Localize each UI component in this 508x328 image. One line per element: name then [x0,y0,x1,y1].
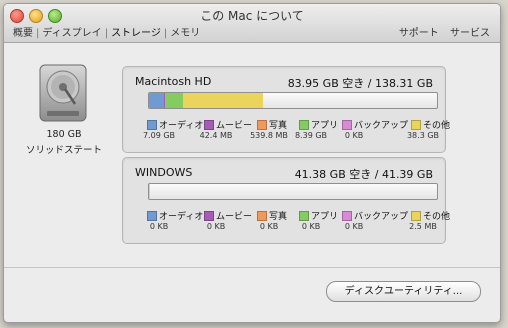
legend-label-other: その他 [423,212,451,222]
other-swatch [411,120,421,130]
other-swatch [411,211,421,221]
legend-label-photos: 写真 [269,121,288,131]
usage-segment-other [183,93,264,108]
volume-panel-macintosh-hd: Macintosh HD 83.95 GB 空き / 138.31 GB オーデ… [122,66,450,153]
apps-swatch [299,211,309,221]
legend-value-audio: 7.09 GB [142,131,176,140]
hard-drive-icon [39,64,87,122]
volume-capacity: 83.95 GB 空き / 138.31 GB [287,77,433,90]
volume-capacity: 41.38 GB 空き / 41.39 GB [294,168,433,181]
legend-label-apps: アプリ [311,121,339,131]
title-bar: この Mac について 概要 | ディスプレイ | ストレージ | メモリ サポート サービ… [4,4,500,43]
tab-overview[interactable]: 概要 [10,24,36,39]
volume-name: Macintosh HD [135,75,212,88]
legend-label-apps: アプリ [311,212,339,222]
legend-value-other: 38.3 GB [406,131,440,140]
top-links: サポート サービス [391,24,490,39]
disk-utility-button[interactable]: ディスクユーティリティ... [326,281,481,302]
usage-segment-other [149,184,150,199]
drive-type: ソリッドステート [25,145,102,156]
legend-label-backups: バックアップ [354,121,409,131]
storage-usage-bar [148,92,438,109]
volume-panel-windows: WINDOWS 41.38 GB 空き / 41.39 GB オーディオ 0 K… [122,157,450,244]
photos-swatch [257,120,267,130]
legend-label-audio: オーディオ [159,121,204,131]
tab-bar: 概要 | ディスプレイ | ストレージ | メモリ [10,24,203,39]
tab-memory[interactable]: メモリ [167,24,203,39]
storage-usage-bar [148,183,438,200]
legend-label-other: その他 [423,121,451,131]
support-link[interactable]: サポート [399,28,439,39]
photos-swatch [257,211,267,221]
audio-swatch [147,211,157,221]
usage-segment-apps [165,93,184,108]
movies-swatch [204,211,214,221]
legend-value-audio: 0 KB [149,222,169,231]
tab-displays[interactable]: ディスプレイ [39,24,104,39]
legend-label-movies: ムービー [216,212,253,222]
audio-swatch [147,120,157,130]
volume-name: WINDOWS [135,166,193,179]
legend-label-movies: ムービー [216,121,253,131]
window-title: この Mac について [200,9,304,23]
movies-swatch [204,120,214,130]
backups-swatch [342,211,352,221]
legend-value-backups: 0 KB [344,131,364,140]
legend-value-movies: 0 KB [206,222,226,231]
about-this-mac-window: この Mac について 概要 | ディスプレイ | ストレージ | メモリ サポート サービ… [3,3,501,323]
backups-swatch [342,120,352,130]
footer-divider [4,267,500,268]
service-link[interactable]: サービス [450,28,490,39]
legend-value-backups: 0 KB [344,222,364,231]
usage-segment-audio [149,93,164,108]
legend-value-other: 2.5 MB [409,222,437,231]
legend-label-photos: 写真 [269,212,288,222]
tab-storage[interactable]: ストレージ [108,24,164,39]
legend-label-backups: バックアップ [354,212,409,222]
apps-swatch [299,120,309,130]
legend-value-movies: 42.4 MB [199,131,233,140]
legend-label-audio: オーディオ [159,212,204,222]
drive-capacity: 180 GB [46,129,82,140]
